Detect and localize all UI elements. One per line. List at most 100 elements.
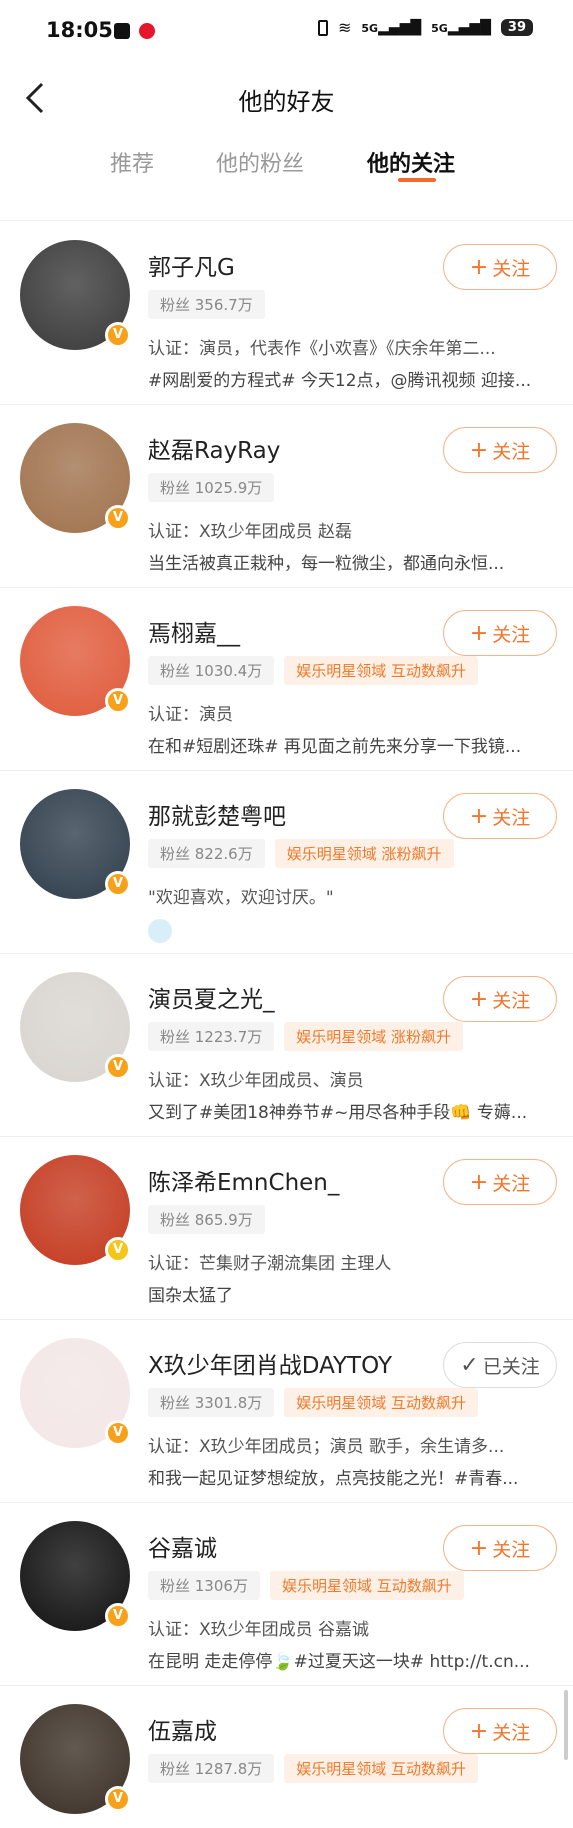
fans-count: 粉丝 1030.4万 — [148, 656, 275, 685]
user-name[interactable]: 赵磊RayRay — [148, 431, 280, 465]
list-item[interactable]: V 赵磊RayRay + 关注粉丝 1025.9万认证：X玖少年团成员 赵磊当生活被真… — [0, 405, 573, 588]
latest-post: 和我一起见证梦想绽放，点亮技能之光！#青春... — [148, 1469, 519, 1489]
verified-icon: V — [105, 505, 131, 531]
plus-icon: + — [469, 1169, 489, 1195]
fans-count: 粉丝 1306万 — [148, 1571, 260, 1600]
user-verification: 认证：X玖少年团成员、演员 — [148, 1071, 364, 1091]
trend-badge: 娱乐明星领域 互动数飙升 — [284, 1388, 479, 1417]
vibrate-icon — [317, 19, 328, 36]
divider — [0, 220, 573, 221]
tag-row: 粉丝 1030.4万 娱乐明星领域 互动数飙升 — [148, 656, 479, 685]
following-button[interactable]: ✓ 已关注 — [443, 1342, 557, 1388]
verified-icon: V — [105, 1054, 131, 1080]
signal-icon-1: 5G▂▄▆█ — [361, 19, 422, 36]
tag-row: 粉丝 356.7万 — [148, 290, 265, 319]
verified-icon: V — [105, 1603, 131, 1629]
user-name[interactable]: 那就彭楚粤吧 — [148, 797, 286, 831]
verified-icon: V — [105, 688, 131, 714]
battery-indicator: 39 — [500, 19, 533, 36]
tag-row: 粉丝 1306万 娱乐明星领域 互动数飙升 — [148, 1571, 464, 1600]
user-name[interactable]: 演员夏之光_ — [148, 980, 275, 1014]
verified-icon: V — [105, 871, 131, 897]
user-name[interactable]: 陈泽希EmnChen_ — [148, 1163, 339, 1197]
user-verification: 认证：X玖少年团成员；演员 歌手，余生请多... — [148, 1437, 505, 1457]
fans-count: 粉丝 1025.9万 — [148, 473, 275, 502]
user-name[interactable]: 伍嘉成 — [148, 1712, 217, 1746]
tag-row: 粉丝 822.6万 娱乐明星领域 涨粉飙升 — [148, 839, 454, 868]
list-item[interactable]: V 演员夏之光_ + 关注 粉丝 1223.7万 娱乐明星领域 涨粉飙升 认证：X玖少年团成… — [0, 954, 573, 1137]
verified-icon: V — [105, 1420, 131, 1446]
list-item[interactable]: V 伍嘉成 + 关注 粉丝 1287.8万 娱乐明星领域 互动数飙升 — [0, 1686, 573, 1828]
signal-icon-2: 5G▂▄▆█ — [431, 19, 491, 36]
latest-post: 当生活被真正栽种，每一粒微尘，都通向永恒... — [148, 554, 505, 574]
list-item[interactable]: V 郭子凡G + 关注 粉丝 356.7万 认证：演员，代表作《小欢喜》《庆余年第二...… — [0, 222, 573, 405]
user-verification: 认证：X玖少年团成员 赵磊 — [148, 522, 353, 542]
user-verification: 认证：演员 — [148, 705, 233, 725]
tab-recommend[interactable]: 推荐 — [110, 146, 154, 178]
list-item[interactable]: V 陈泽希EmnChen_ + 关注粉丝 865.9万认证：芒集财子潮流集团 主理人国… — [0, 1137, 573, 1320]
trend-badge: 娱乐明星领域 涨粉飙升 — [274, 839, 454, 868]
latest-post: 在和#短剧还珠# 再见面之前先来分享一下我镜... — [148, 737, 522, 757]
list-item[interactable]: V 那就彭楚粤吧 + 关注 粉丝 822.6万 娱乐明星领域 涨粉飙升 "欢迎喜欢，欢迎讨厌… — [0, 771, 573, 954]
list-item[interactable]: V X玖少年团肖战DAYTOY ✓ 已关注 粉丝 3301.8万 娱乐明星领域 互动数飙升… — [0, 1320, 573, 1503]
weibo-icon — [139, 22, 156, 39]
plus-icon: + — [469, 437, 489, 463]
scrollbar[interactable] — [564, 1690, 568, 1760]
verified-icon: V — [105, 1786, 131, 1812]
follow-label: 关注 — [492, 1538, 531, 1561]
verified-icon: V — [105, 1237, 131, 1263]
follow-label: 关注 — [492, 1172, 531, 1195]
follow-button[interactable]: + 关注 — [443, 1159, 557, 1205]
follow-label: 关注 — [492, 440, 531, 463]
user-verification: 认证：芒集财子潮流集团 主理人 — [148, 1254, 392, 1274]
latest-post: 在昆明 走走停停🍃#过夏天这一块# http://t.cn... — [148, 1652, 530, 1672]
follow-label: 关注 — [492, 989, 531, 1012]
page-title: 他的好友 — [238, 88, 335, 116]
verified-icon: V — [105, 322, 131, 348]
plus-icon: + — [469, 1718, 489, 1744]
latest-post: #网剧爱的方程式# 今天12点，@腾讯视频 迎接... — [148, 371, 532, 391]
follow-button[interactable]: + 关注 — [443, 1525, 557, 1571]
user-verification: 认证：X玖少年团成员 谷嘉诚 — [148, 1620, 370, 1640]
follow-button[interactable]: + 关注 — [443, 976, 557, 1022]
user-name[interactable]: X玖少年团肖战DAYTOY — [148, 1346, 392, 1380]
status-bar: 18:05 ≋ 5G▂▄▆█ 5G▂▄▆█ 39 — [0, 0, 573, 62]
follow-label: 关注 — [492, 806, 531, 829]
signal-label-1: 5G — [361, 21, 379, 35]
fans-count: 粉丝 865.9万 — [148, 1205, 265, 1234]
bubble-icon — [148, 919, 172, 943]
list-item[interactable]: V 焉栩嘉__ + 关注 粉丝 1030.4万 娱乐明星领域 互动数飙升 认证：演员 在和#短… — [0, 588, 573, 771]
trend-badge: 娱乐明星领域 互动数飙升 — [284, 656, 479, 685]
user-name[interactable]: 郭子凡G — [148, 248, 235, 282]
check-icon: ✓ — [460, 1352, 479, 1378]
follow-button[interactable]: + 关注 — [443, 793, 557, 839]
user-name[interactable]: 焉栩嘉__ — [148, 614, 240, 648]
tag-row: 粉丝 1223.7万 娱乐明星领域 涨粉飙升 — [148, 1022, 464, 1051]
tag-row: 粉丝 1287.8万 娱乐明星领域 互动数飙升 — [148, 1754, 479, 1783]
follow-button[interactable]: + 关注 — [443, 1708, 557, 1754]
list-item[interactable]: V 谷嘉诚 + 关注 粉丝 1306万 娱乐明星领域 互动数飙升认证：X玖少年团成员 谷嘉… — [0, 1503, 573, 1686]
user-name[interactable]: 谷嘉诚 — [148, 1529, 217, 1563]
latest-post: 国杂太猛了 — [148, 1286, 233, 1306]
plus-icon: + — [469, 986, 489, 1012]
tiktok-icon — [114, 22, 130, 39]
tab-followers[interactable]: 他的粉丝 — [216, 146, 304, 178]
plus-icon: + — [469, 803, 489, 829]
follow-label: 已关注 — [482, 1355, 540, 1378]
follow-label: 关注 — [492, 1721, 531, 1744]
tab-following[interactable]: 他的关注 — [367, 146, 455, 178]
wifi-icon: ≋ — [337, 18, 352, 37]
trend-badge: 娱乐明星领域 互动数飙升 — [284, 1754, 479, 1783]
follow-button[interactable]: + 关注 — [443, 244, 557, 290]
signal-label-2: 5G — [431, 21, 448, 35]
tab-bar: 推荐 他的粉丝 他的关注 — [0, 134, 573, 184]
follow-button[interactable]: + 关注 — [443, 610, 557, 656]
nav-bar: 他的好友 — [0, 62, 573, 134]
plus-icon: + — [469, 254, 489, 280]
follow-label: 关注 — [492, 257, 531, 280]
follow-label: 关注 — [492, 623, 531, 646]
fans-count: 粉丝 822.6万 — [148, 839, 265, 868]
follow-button[interactable]: + 关注 — [443, 427, 557, 473]
latest-post: 又到了#美团18神券节#~用尽各种手段👊 专薅... — [148, 1103, 528, 1123]
tab-underline — [398, 178, 436, 182]
